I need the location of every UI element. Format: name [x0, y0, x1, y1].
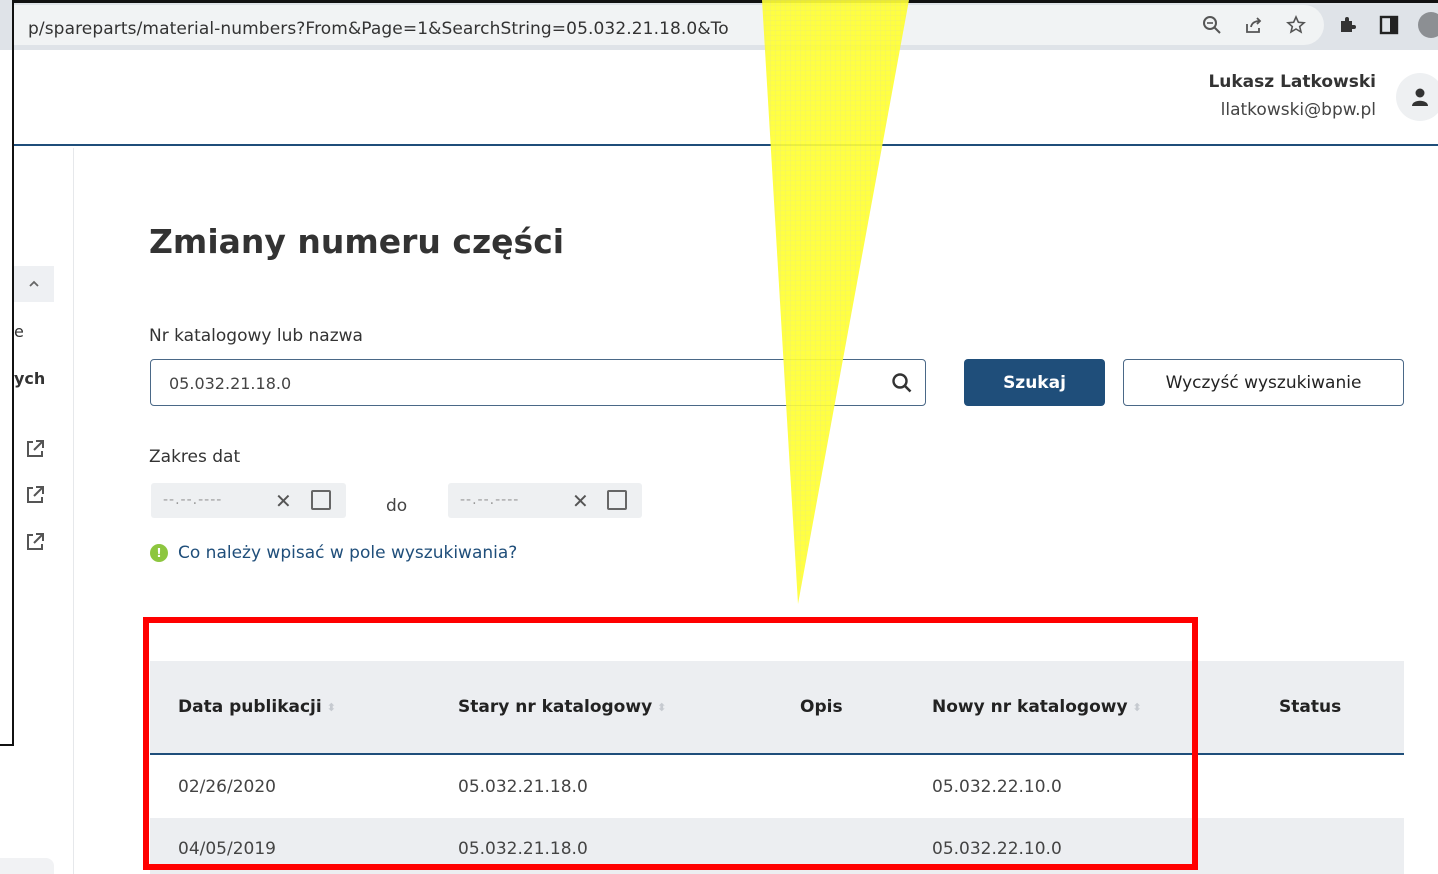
user-name: Lukasz Latkowski [1208, 72, 1376, 92]
sort-icon[interactable]: ⬍ [327, 701, 336, 714]
sidebar-item-fragment[interactable]: ych [14, 369, 45, 388]
search-input[interactable] [169, 370, 869, 396]
date-from-field[interactable]: --.--.---- ✕ [151, 483, 346, 518]
column-header-date[interactable]: Data publikacji ⬍ [178, 697, 336, 717]
sidepanel-icon[interactable] [1378, 14, 1400, 36]
external-link-icon[interactable] [24, 484, 46, 506]
search-label: Nr katalogowy lub nazwa [149, 326, 363, 346]
sort-icon[interactable]: ⬍ [1133, 701, 1142, 714]
sidebar [14, 148, 74, 874]
search-icon[interactable] [891, 372, 913, 394]
cell-new-number: 05.032.22.10.0 [932, 839, 1062, 859]
table-row[interactable]: 02/26/2020 05.032.21.18.0 05.032.22.10.0 [150, 756, 1404, 818]
date-to-placeholder: --.--.---- [460, 492, 520, 508]
screenshot-frame-edge [12, 0, 14, 746]
date-to-field[interactable]: --.--.---- ✕ [448, 483, 642, 518]
sidebar-footer [0, 858, 54, 874]
column-header-description: Opis [800, 697, 843, 717]
search-button[interactable]: Szukaj [964, 359, 1105, 406]
share-icon[interactable] [1243, 14, 1265, 36]
screenshot-frame-edge [14, 0, 1438, 3]
column-header-status: Status [1279, 697, 1342, 717]
cell-new-number: 05.032.22.10.0 [932, 777, 1062, 797]
search-field[interactable] [150, 359, 926, 406]
column-header-new-number[interactable]: Nowy nr katalogowy ⬍ [932, 697, 1142, 717]
calendar-icon[interactable] [607, 490, 627, 510]
screenshot-frame-edge [0, 744, 14, 746]
date-separator: do [386, 496, 408, 516]
site-header: Lukasz Latkowski llatkowski@bpw.pl [14, 50, 1438, 146]
chevron-up-icon [29, 280, 39, 287]
zoom-icon[interactable] [1201, 14, 1223, 36]
cell-date: 04/05/2019 [178, 839, 276, 859]
cell-old-number: 05.032.21.18.0 [458, 777, 588, 797]
sidebar-collapse-button[interactable] [14, 266, 54, 302]
search-help-link[interactable]: Co należy wpisać w pole wyszukiwania? [178, 543, 517, 563]
clear-search-button[interactable]: Wyczyść wyszukiwanie [1123, 359, 1404, 406]
calendar-icon[interactable] [311, 490, 331, 510]
user-icon [1412, 88, 1428, 106]
table-row[interactable]: 04/05/2019 05.032.21.18.0 05.032.22.10.0 [150, 818, 1404, 874]
star-icon[interactable] [1285, 14, 1307, 36]
external-link-icon[interactable] [24, 438, 46, 460]
cell-old-number: 05.032.21.18.0 [458, 839, 588, 859]
sidebar-text-fragment: e [14, 322, 24, 341]
browser-toolbar: p/spareparts/material-numbers?From&Page=… [0, 0, 1438, 50]
sort-icon[interactable]: ⬍ [657, 701, 666, 714]
external-link-icon[interactable] [24, 531, 46, 553]
cell-date: 02/26/2020 [178, 777, 276, 797]
info-icon: ! [150, 544, 168, 562]
help-row[interactable]: ! Co należy wpisać w pole wyszukiwania? [150, 543, 517, 563]
clear-date-icon[interactable]: ✕ [572, 489, 589, 513]
profile-icon[interactable] [1418, 12, 1438, 38]
date-range-label: Zakres dat [149, 447, 241, 467]
page-title: Zmiany numeru części [149, 222, 565, 261]
clear-date-icon[interactable]: ✕ [275, 489, 292, 513]
extensions-icon[interactable] [1336, 14, 1358, 36]
avatar[interactable] [1396, 73, 1438, 121]
table-header: Data publikacji ⬍ Stary nr katalogowy ⬍ Op… [150, 661, 1404, 755]
url-text[interactable]: p/spareparts/material-numbers?From&Page=… [28, 19, 729, 39]
column-header-old-number[interactable]: Stary nr katalogowy ⬍ [458, 697, 666, 717]
user-email: llatkowski@bpw.pl [1220, 100, 1376, 120]
date-from-placeholder: --.--.---- [163, 492, 223, 508]
address-bar[interactable]: p/spareparts/material-numbers?From&Page=… [14, 5, 1324, 45]
